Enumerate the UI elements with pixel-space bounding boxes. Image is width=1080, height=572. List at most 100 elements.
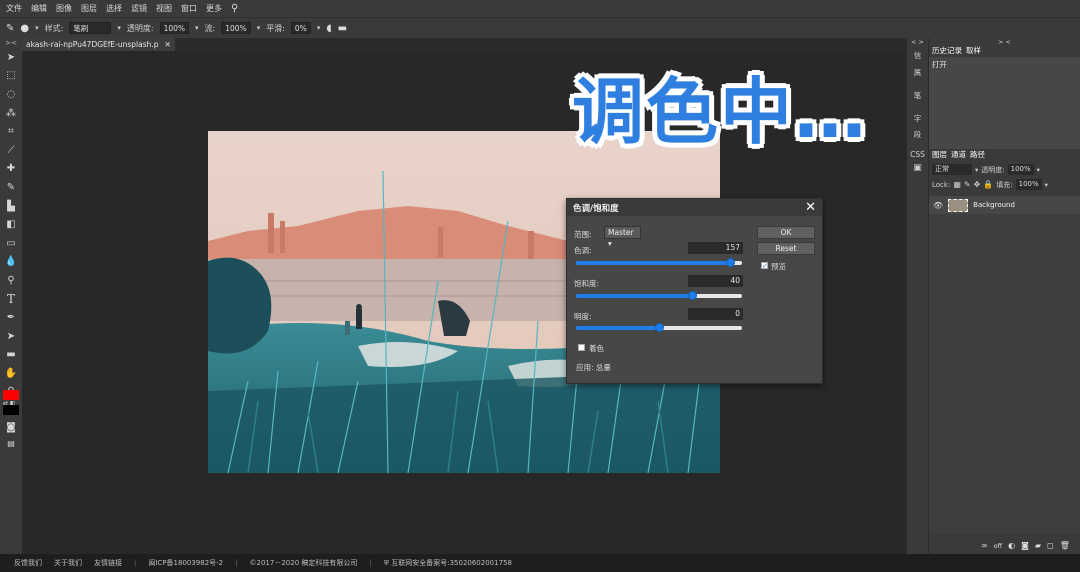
history-item[interactable]: 打开 [929,57,1080,72]
new-group-icon[interactable]: ▰ [1035,541,1041,550]
close-icon[interactable]: ✕ [165,40,171,49]
layer-row[interactable]: 👁 Background [929,196,1080,214]
menu-view[interactable]: 视图 [156,3,172,14]
menu-image[interactable]: 图像 [56,3,72,14]
footer-about-link[interactable]: 关于我们 [54,558,82,568]
effects-toggle[interactable]: off [994,542,1002,550]
search-icon[interactable]: ⚲ [231,3,238,14]
adjustment-layer-icon[interactable]: ◐ [1008,541,1015,550]
dodge-tool-icon[interactable]: ⚲ [0,271,22,290]
preview-checkbox[interactable]: ✓ [761,262,768,270]
css-panel-button[interactable]: CSS [907,150,928,159]
chevron-down-icon[interactable]: ▾ [35,24,39,32]
layer-mask-icon[interactable]: ◙ [1021,541,1029,550]
lightness-slider-knob[interactable] [654,323,664,332]
tab-layers[interactable]: 图层 [932,149,947,160]
paragraph-panel-button[interactable]: 段 [907,129,928,140]
opacity-input[interactable]: 100% [159,22,190,34]
hue-slider[interactable] [576,258,742,267]
minicol-toggle-icon[interactable]: < > [907,38,928,47]
magic-wand-icon[interactable]: ⁂ [0,104,22,123]
chevron-down-icon[interactable]: ▾ [195,24,199,32]
menu-select[interactable]: 选择 [106,3,122,14]
tab-paths[interactable]: 路径 [970,149,985,160]
rpanel-toggle-icon[interactable]: > < [929,38,1080,46]
chevron-down-icon[interactable]: ▾ [117,24,121,32]
menu-window[interactable]: 窗口 [181,3,197,14]
saturation-input[interactable]: 40 [688,275,743,287]
lock-transparency-icon[interactable]: ▦ [953,180,961,189]
chevron-down-icon[interactable]: ▾ [317,24,321,32]
blend-mode-select[interactable]: 正常 [932,164,972,175]
hue-input[interactable]: 157 [688,242,743,254]
marquee-tool-icon[interactable]: ⬚ [0,67,22,86]
menu-layer[interactable]: 图层 [81,3,97,14]
menu-file[interactable]: 文件 [6,3,22,14]
lightness-input[interactable]: 0 [688,308,743,320]
eyedropper-tool-icon[interactable]: ⟋ [0,141,22,160]
new-layer-icon[interactable]: ◻ [1047,541,1054,550]
foreground-color-swatch[interactable] [3,390,19,400]
delete-layer-icon[interactable]: 🗑 [1060,541,1070,550]
reset-button[interactable]: Reset [757,242,815,255]
close-icon[interactable]: ✕ [805,200,816,215]
brush-preset-icon[interactable]: ● [20,23,29,34]
range-select[interactable]: Master ▾ [604,226,641,248]
brush-tool-icon[interactable]: ✎ [0,178,22,197]
tab-history[interactable]: 历史记录 [932,45,962,56]
character-panel-button[interactable]: 字 [907,113,928,124]
blur-tool-icon[interactable]: 💧 [0,253,22,272]
pressure-size-icon[interactable]: ◖ [326,23,331,34]
healing-tool-icon[interactable]: ✚ [0,160,22,179]
lightness-slider[interactable] [576,323,742,332]
menu-filter[interactable]: 滤镜 [131,3,147,14]
style-select[interactable]: 笔刷 [69,22,112,34]
lasso-tool-icon[interactable]: ◌ [0,85,22,104]
footer-icp[interactable]: 闽ICP备18003982号-2 [148,558,223,568]
menu-edit[interactable]: 编辑 [31,3,47,14]
info-panel-button[interactable]: 信 [907,50,928,61]
clone-stamp-icon[interactable]: ▙ [0,197,22,216]
tab-swatches[interactable]: 取样 [966,45,981,56]
menu-more[interactable]: 更多 [206,3,222,14]
move-tool-icon[interactable]: ➤ [0,48,22,67]
layer-opacity-input[interactable]: 100% [1007,164,1034,175]
path-select-icon[interactable]: ➤ [0,327,22,346]
brush-tool-icon[interactable]: ✎ [6,23,14,34]
dialog-titlebar[interactable]: 色调/饱和度 ✕ [567,199,822,216]
crop-tool-icon[interactable]: ⌗ [0,122,22,141]
chevron-down-icon[interactable]: ▾ [1037,166,1040,174]
ok-button[interactable]: OK [757,226,815,239]
chevron-down-icon[interactable]: ▾ [1045,181,1048,189]
brush-panel-button[interactable]: 笔 [907,90,928,101]
fill-input[interactable]: 100% [1015,179,1042,190]
pressure-opacity-icon[interactable]: ▬ [338,23,347,34]
chevron-down-icon[interactable]: ▾ [975,166,978,174]
link-layers-icon[interactable]: ∞ [981,541,988,550]
footer-friends-link[interactable]: 友情链接 [94,558,122,568]
hand-tool-icon[interactable]: ✋ [0,364,22,383]
chevron-down-icon[interactable]: ▾ [257,24,261,32]
image-panel-icon[interactable]: ▣ [907,163,928,173]
lock-all-icon[interactable]: 🔒 [983,180,993,189]
properties-panel-button[interactable]: 属 [907,67,928,78]
document-tab[interactable]: akash-rai-npPu47DGEfE-unsplash.p ✕ [22,38,175,51]
background-color-swatch[interactable] [3,405,19,415]
saturation-slider-knob[interactable] [687,291,697,300]
footer-feedback-link[interactable]: 反馈我们 [14,558,42,568]
lock-move-icon[interactable]: ✥ [974,180,981,189]
footer-security[interactable]: ⛨ 互联网安全备案号:35020602001758 [384,558,512,568]
colorize-checkbox[interactable] [578,344,585,351]
pen-tool-icon[interactable]: ✒ [0,308,22,327]
eraser-tool-icon[interactable]: ◧ [0,215,22,234]
toolbox-toggle-icon[interactable]: >< [0,38,22,48]
tab-channels[interactable]: 通道 [951,149,966,160]
screen-mode-icon[interactable]: ▤ [0,434,22,453]
lock-paint-icon[interactable]: ✎ [964,180,971,189]
hue-slider-knob[interactable] [725,258,735,267]
text-tool-icon[interactable]: T [0,290,22,309]
smooth-input[interactable]: 0% [290,22,311,34]
gradient-tool-icon[interactable]: ▭ [0,234,22,253]
shape-tool-icon[interactable]: ▬ [0,346,22,365]
visibility-eye-icon[interactable]: 👁 [933,201,943,210]
